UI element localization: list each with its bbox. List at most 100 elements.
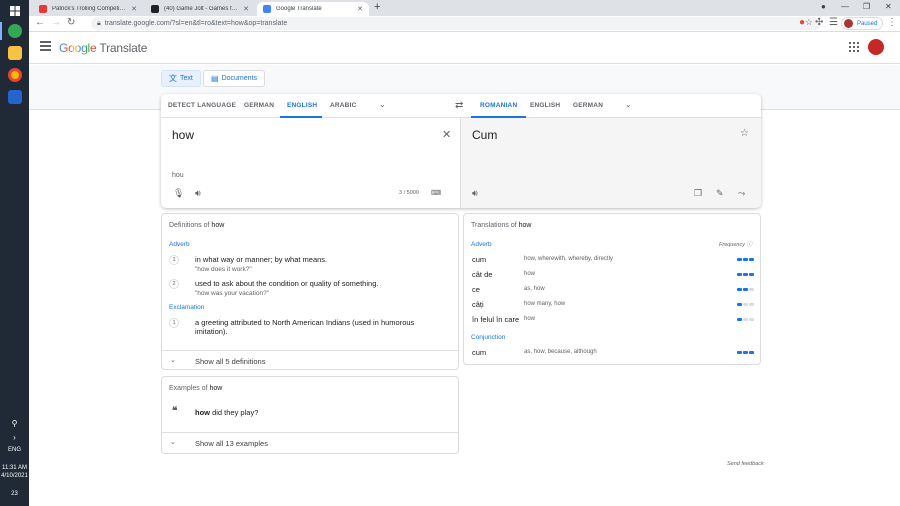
translate-favicon-icon bbox=[263, 5, 271, 13]
windows-start-icon[interactable] bbox=[0, 0, 29, 22]
source-text-input[interactable]: how bbox=[172, 128, 194, 142]
translation-word[interactable]: ce bbox=[472, 285, 480, 294]
google-apps-icon[interactable] bbox=[849, 42, 859, 52]
google-header: Google Translate bbox=[29, 32, 900, 64]
examples-title: Examples of how bbox=[169, 385, 223, 392]
translations-panel: Translations of how Frequency ⓘ Adverb c… bbox=[463, 213, 761, 365]
maximize-icon[interactable]: ❐ bbox=[863, 2, 870, 11]
listen-source-icon[interactable]: 🔊︎ bbox=[195, 188, 201, 199]
file-explorer-icon[interactable] bbox=[0, 42, 29, 64]
definition-example: "how does it work?" bbox=[195, 266, 252, 273]
target-more-languages-icon[interactable]: ⌄ bbox=[625, 100, 632, 109]
listen-translation-icon[interactable]: 🔊︎ bbox=[472, 188, 478, 199]
translation-word[interactable]: cât de bbox=[472, 270, 492, 279]
chevron-up-icon[interactable]: › bbox=[0, 426, 29, 448]
reload-icon[interactable]: ↻ bbox=[67, 17, 75, 28]
text-mode-button[interactable]: 文 Text bbox=[161, 70, 201, 87]
translation-output: Cum bbox=[472, 128, 498, 142]
frequency-bar bbox=[737, 258, 754, 261]
source-lang-detect[interactable]: DETECT LANGUAGE bbox=[168, 102, 236, 109]
tab-game-jolt[interactable]: (40) Game Jolt - Games for the lo... ✕ bbox=[145, 2, 255, 16]
google-logo-word: Google bbox=[59, 41, 97, 55]
profile-paused-button[interactable]: Paused bbox=[841, 17, 884, 30]
close-tab-icon[interactable]: ✕ bbox=[243, 5, 249, 13]
chrome-menu-icon[interactable]: ⋮ bbox=[887, 17, 897, 28]
show-all-examples-button[interactable]: ⌄ Show all 13 examples bbox=[162, 432, 458, 452]
chevron-down-icon: ⌄ bbox=[170, 357, 176, 364]
suggest-edit-icon[interactable]: ✎ bbox=[716, 188, 724, 199]
bookmark-star-icon[interactable]: ☆ bbox=[805, 17, 813, 28]
translate-icon: 文 bbox=[169, 74, 177, 83]
chrome-app-icon[interactable] bbox=[0, 64, 29, 86]
account-avatar[interactable] bbox=[868, 39, 884, 55]
help-icon[interactable]: ⓘ bbox=[747, 242, 753, 248]
windows-taskbar: ⚲ › ENG 11:31 AM 4/10/2021 23 bbox=[0, 0, 29, 506]
swap-languages-icon[interactable]: ⇄ bbox=[455, 100, 463, 111]
source-lang-german[interactable]: GERMAN bbox=[244, 102, 274, 109]
new-tab-button[interactable]: + bbox=[374, 1, 380, 13]
back-icon[interactable]: ← bbox=[35, 17, 45, 28]
extensions-puzzle-icon[interactable]: ✣ bbox=[815, 17, 823, 28]
definition-text: used to ask about the condition or quali… bbox=[195, 279, 379, 288]
extension-icon[interactable]: ● bbox=[799, 17, 805, 28]
example-sentence: how did they play? bbox=[195, 408, 259, 417]
product-name: Translate bbox=[99, 41, 148, 55]
definition-number: 1 bbox=[169, 255, 179, 265]
definitions-title: Definitions of how bbox=[169, 222, 225, 229]
source-transliteration: hou bbox=[172, 172, 184, 179]
clear-source-icon[interactable]: ✕ bbox=[442, 128, 451, 141]
source-lang-arabic[interactable]: ARABIC bbox=[330, 102, 356, 109]
main-menu-icon[interactable] bbox=[40, 41, 51, 53]
window-close-icon[interactable]: ✕ bbox=[885, 2, 892, 11]
language-bar: DETECT LANGUAGE GERMAN ENGLISH ARABIC ⌄ … bbox=[161, 94, 761, 118]
documents-mode-button[interactable]: ▤ Documents bbox=[203, 70, 265, 87]
clock-time[interactable]: 11:31 AM bbox=[0, 464, 29, 472]
definition-text: a greeting attributed to North American … bbox=[195, 318, 415, 336]
forward-icon[interactable]: → bbox=[51, 17, 61, 28]
url-text[interactable]: translate.google.com/?sl=en&tl=ro&text=h… bbox=[105, 20, 288, 27]
tab-patricks-trolling[interactable]: Patrick's Trolling Competition - ... ✕ bbox=[33, 2, 143, 16]
back-translations: how, wherewith, whereby, directly bbox=[524, 256, 613, 262]
browser-tab-strip: Patrick's Trolling Competition - ... ✕ (… bbox=[29, 0, 900, 16]
notifications-badge[interactable]: 23 bbox=[0, 490, 29, 498]
translation-word[interactable]: câți bbox=[472, 300, 484, 309]
source-more-languages-icon[interactable]: ⌄ bbox=[379, 100, 386, 109]
send-feedback-link[interactable]: Send feedback bbox=[727, 461, 764, 467]
chrome-taskbar-icon[interactable] bbox=[0, 20, 29, 42]
show-all-definitions-button[interactable]: ⌄ Show all 5 definitions bbox=[162, 350, 458, 370]
todo-app-icon[interactable] bbox=[0, 86, 29, 108]
back-translations: how bbox=[524, 271, 536, 277]
share-translation-icon[interactable]: ⤳ bbox=[738, 188, 745, 199]
google-translate-logo[interactable]: Google Translate bbox=[59, 41, 147, 55]
save-translation-star-icon[interactable]: ☆ bbox=[740, 128, 749, 139]
definition-example: "how was your vacation?" bbox=[195, 290, 269, 297]
keyboard-icon[interactable]: ⌨ bbox=[431, 189, 441, 197]
youtube-favicon-icon bbox=[39, 5, 47, 13]
definitions-panel: Definitions of how Adverb 1 in what way … bbox=[161, 213, 459, 370]
target-lang-german[interactable]: GERMAN bbox=[573, 102, 603, 109]
microphone-icon[interactable]: 🎙︎ bbox=[173, 188, 184, 199]
translation-word[interactable]: cum bbox=[472, 348, 486, 357]
back-translations: how many, how bbox=[524, 301, 566, 307]
definition-number: 2 bbox=[169, 279, 179, 289]
close-tab-icon[interactable]: ✕ bbox=[131, 5, 137, 13]
translation-word[interactable]: în felul în care bbox=[472, 315, 519, 324]
gamejolt-favicon-icon bbox=[151, 5, 159, 13]
target-lang-romanian[interactable]: ROMANIAN bbox=[480, 102, 517, 109]
lock-icon[interactable]: 🔒︎ bbox=[97, 20, 101, 28]
clock-date[interactable]: 4/10/2021 bbox=[0, 472, 29, 480]
reading-list-icon[interactable]: ☰ bbox=[829, 17, 838, 28]
quote-icon: ❝ bbox=[172, 406, 178, 417]
language-indicator[interactable]: ENG bbox=[0, 446, 29, 454]
minimize-icon[interactable]: — bbox=[841, 2, 849, 11]
avatar bbox=[844, 19, 853, 28]
tab-google-translate[interactable]: Google Translate ✕ bbox=[257, 2, 369, 16]
address-bar[interactable]: 🔒︎ translate.google.com/?sl=en&tl=ro&tex… bbox=[91, 17, 821, 30]
profile-menu-icon[interactable]: ● bbox=[821, 2, 826, 11]
source-lang-english[interactable]: ENGLISH bbox=[287, 102, 317, 109]
copy-translation-icon[interactable]: ❐ bbox=[694, 188, 702, 199]
close-tab-icon[interactable]: ✕ bbox=[357, 5, 363, 13]
target-lang-english[interactable]: ENGLISH bbox=[530, 102, 560, 109]
definition-text: in what way or manner; by what means. bbox=[195, 255, 328, 264]
translation-word[interactable]: cum bbox=[472, 255, 486, 264]
